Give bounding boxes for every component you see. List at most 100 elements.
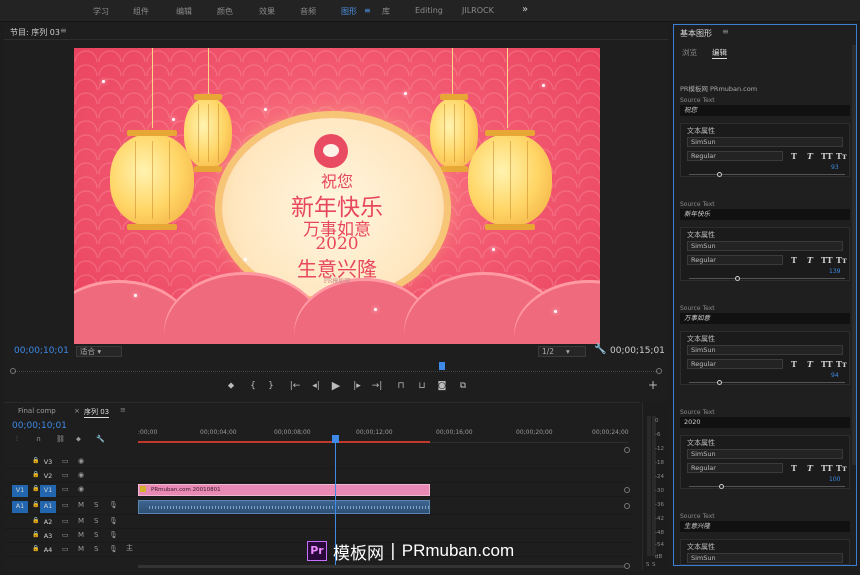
- solo-meter-button[interactable]: S: [652, 562, 656, 568]
- mark-out-icon[interactable]: }: [264, 381, 278, 391]
- playback-resolution-select[interactable]: 1/2 ▾: [538, 346, 586, 357]
- eye-icon[interactable]: ◉: [78, 471, 84, 479]
- wrench-icon[interactable]: 🔧: [96, 435, 105, 443]
- track-name-a4[interactable]: A4: [40, 545, 56, 557]
- font-family-select[interactable]: SimSun: [687, 449, 843, 459]
- mute-icon[interactable]: M: [78, 501, 84, 509]
- solo-icon[interactable]: S: [94, 501, 98, 509]
- track-name-a3[interactable]: A3: [40, 531, 56, 543]
- close-tab-icon[interactable]: ×: [74, 407, 80, 415]
- mute-icon[interactable]: M: [78, 517, 84, 525]
- italic-button[interactable]: T: [807, 463, 813, 473]
- mic-icon[interactable]: 🎙: [109, 517, 118, 525]
- small-caps-button[interactable]: Tт: [836, 151, 847, 161]
- video-clip[interactable]: PRmuban.com 20010801: [138, 484, 430, 496]
- mute-icon[interactable]: M: [78, 545, 84, 553]
- font-size-slider[interactable]: [689, 174, 845, 175]
- font-size-slider[interactable]: [689, 382, 845, 383]
- bold-button[interactable]: T: [791, 463, 797, 473]
- scroll-handle[interactable]: [624, 563, 630, 569]
- audio-clip[interactable]: [138, 500, 430, 514]
- font-size-value[interactable]: 100: [829, 476, 840, 483]
- lock-icon[interactable]: 🔒: [32, 501, 39, 508]
- lift-icon[interactable]: ⊓: [394, 381, 408, 391]
- font-size-slider[interactable]: [689, 486, 845, 487]
- source-patch-v1[interactable]: V1: [12, 485, 28, 497]
- italic-button[interactable]: T: [807, 359, 813, 369]
- lock-icon[interactable]: 🔒: [32, 545, 39, 552]
- monitor-playhead[interactable]: [439, 362, 445, 370]
- font-size-slider-knob[interactable]: [717, 380, 722, 385]
- video-frame[interactable]: 祝您 新年快乐 万事如意 2020 生意兴隆 PR模板网: [74, 48, 600, 344]
- small-caps-button[interactable]: Tт: [836, 359, 847, 369]
- font-size-value[interactable]: 94: [831, 372, 839, 379]
- font-family-select[interactable]: SimSun: [687, 345, 843, 355]
- lock-icon[interactable]: 🔒: [32, 517, 39, 524]
- tab-edit[interactable]: 编辑: [712, 47, 727, 59]
- lock-icon[interactable]: 🔒: [32, 471, 39, 478]
- bold-button[interactable]: T: [791, 255, 797, 265]
- workspace-tab-learn[interactable]: 学习: [93, 6, 109, 17]
- font-size-slider-knob[interactable]: [735, 276, 740, 281]
- font-size-slider[interactable]: [689, 278, 845, 279]
- playhead-timecode[interactable]: 00;00;10;01: [14, 346, 69, 356]
- sync-lock-icon[interactable]: ▭: [62, 485, 69, 493]
- font-family-select[interactable]: SimSun: [687, 553, 843, 563]
- solo-icon[interactable]: S: [94, 517, 98, 525]
- mark-in-icon[interactable]: {: [246, 381, 260, 391]
- workspace-menu-icon[interactable]: ≡: [364, 6, 371, 15]
- workspace-tab-editing-custom[interactable]: Editing: [415, 6, 443, 15]
- sync-lock-icon[interactable]: ▭: [62, 531, 69, 539]
- bold-button[interactable]: T: [791, 151, 797, 161]
- all-caps-button[interactable]: TT: [821, 151, 833, 161]
- source-text-field[interactable]: 新年快乐: [680, 209, 850, 220]
- add-marker-icon[interactable]: ⬥: [224, 381, 238, 391]
- linked-selection-icon[interactable]: ⛓: [56, 435, 65, 443]
- font-family-select[interactable]: SimSun: [687, 241, 843, 251]
- font-family-select[interactable]: SimSun: [687, 137, 843, 147]
- panel-scrollbar[interactable]: [852, 45, 856, 465]
- italic-button[interactable]: T: [807, 151, 813, 161]
- source-text-field[interactable]: 生意兴隆: [680, 521, 850, 532]
- timeline-playhead-handle[interactable]: [332, 435, 339, 443]
- source-text-field[interactable]: 万事如意: [680, 313, 850, 324]
- tab-final-comp[interactable]: Final comp: [18, 407, 56, 415]
- workspace-tab-graphics[interactable]: 图形: [341, 6, 357, 17]
- eye-icon[interactable]: ◉: [78, 457, 84, 465]
- sync-lock-icon[interactable]: ▭: [62, 545, 69, 553]
- all-caps-button[interactable]: TT: [821, 463, 833, 473]
- all-caps-button[interactable]: TT: [821, 255, 833, 265]
- scroll-right-handle[interactable]: [656, 368, 662, 374]
- solo-icon[interactable]: S: [94, 545, 98, 553]
- add-button-icon[interactable]: +: [646, 378, 660, 392]
- workspace-tab-assembly[interactable]: 组件: [133, 6, 149, 17]
- zoom-level-select[interactable]: 适合 ▾: [76, 346, 122, 357]
- source-text-field[interactable]: 祝您: [680, 105, 850, 116]
- timeline-timecode[interactable]: 00;00;10;01: [12, 421, 67, 431]
- font-size-value[interactable]: 93: [831, 164, 839, 171]
- source-text-field[interactable]: 2020: [680, 417, 850, 428]
- monitor-scrubber[interactable]: [14, 368, 658, 372]
- source-patch-a1[interactable]: A1: [12, 501, 28, 513]
- font-style-select[interactable]: Regular: [687, 463, 783, 473]
- workspace-tab-libraries[interactable]: 库: [382, 6, 390, 17]
- play-button[interactable]: ▶: [329, 379, 343, 392]
- panel-menu-icon[interactable]: ≡: [722, 27, 729, 36]
- lock-icon[interactable]: 🔒: [32, 485, 39, 492]
- workspace-tab-editing[interactable]: 编辑: [176, 6, 192, 17]
- mic-icon[interactable]: 🎙: [109, 501, 118, 509]
- track-name-v3[interactable]: V3: [40, 457, 56, 469]
- track-name-v1[interactable]: V1: [40, 485, 56, 497]
- go-to-out-icon[interactable]: →|: [370, 381, 384, 391]
- lock-icon[interactable]: 🔒: [32, 531, 39, 538]
- all-caps-button[interactable]: TT: [821, 359, 833, 369]
- workspace-tab-color[interactable]: 颜色: [217, 6, 233, 17]
- export-frame-icon[interactable]: ◙: [435, 381, 449, 391]
- nest-icon[interactable]: ⫶: [16, 435, 18, 444]
- track-name-a1[interactable]: A1: [40, 501, 56, 513]
- wrench-icon[interactable]: 🔧: [594, 344, 606, 355]
- scroll-handle[interactable]: [624, 503, 630, 509]
- small-caps-button[interactable]: Tт: [836, 463, 847, 473]
- font-style-select[interactable]: Regular: [687, 359, 783, 369]
- extract-icon[interactable]: ⊔: [415, 381, 429, 391]
